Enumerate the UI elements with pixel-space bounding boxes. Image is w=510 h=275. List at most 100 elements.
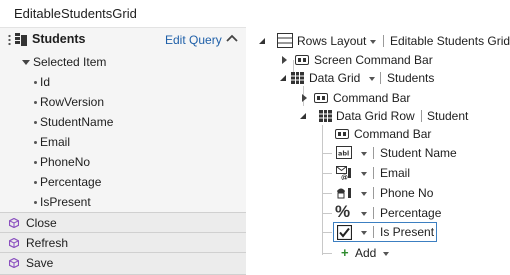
dropdown-caret-icon[interactable] <box>361 152 367 156</box>
tree-node-data-grid[interactable]: Data Grid Students <box>276 68 510 88</box>
node-name: Students <box>387 71 435 85</box>
bullet-icon <box>34 101 37 104</box>
separator <box>380 72 381 84</box>
data-panel-header: Students Edit Query <box>0 27 246 51</box>
expand-arrow-icon[interactable] <box>282 56 287 64</box>
expand-arrow-icon[interactable] <box>302 94 307 102</box>
tree-guide-line <box>322 125 323 255</box>
command-bar-icon <box>335 129 349 139</box>
dropdown-caret-icon[interactable] <box>369 77 375 81</box>
separator <box>373 147 374 159</box>
command-bar-icon <box>314 93 328 103</box>
method-item-refresh[interactable]: Refresh <box>0 232 246 252</box>
bullet-icon <box>34 141 37 144</box>
separator <box>373 207 374 219</box>
dropdown-caret-icon[interactable] <box>361 212 367 216</box>
node-name: Editable Students Grid <box>390 34 510 48</box>
dropdown-caret-icon[interactable] <box>361 172 367 176</box>
separator <box>383 35 384 47</box>
bullet-icon <box>34 181 37 184</box>
collapse-arrow-icon[interactable] <box>280 75 286 81</box>
data-grid-row-icon <box>319 110 332 122</box>
field-label: Email <box>40 135 71 149</box>
add-item-button[interactable]: + Add <box>333 243 393 263</box>
field-label: RowVersion <box>40 95 105 109</box>
tree-guide-line <box>322 153 332 154</box>
node-label: Email <box>380 166 411 180</box>
node-label: Command Bar <box>354 127 432 141</box>
bullet-icon <box>34 121 37 124</box>
method-label: Close <box>26 216 57 230</box>
tree-node-percentage[interactable]: % Percentage <box>333 202 510 223</box>
node-label: Command Bar <box>333 91 411 105</box>
drag-grip-icon[interactable] <box>8 34 11 46</box>
collection-title[interactable]: Students <box>32 32 85 46</box>
entity-collection-icon <box>15 33 27 46</box>
tree-node-rows-layout[interactable]: Rows Layout Editable Students Grid <box>256 31 510 51</box>
field-label: PhoneNo <box>40 155 91 169</box>
percent-editor-icon: % <box>335 202 351 221</box>
node-label: Percentage <box>380 206 442 220</box>
method-item-close[interactable]: Close <box>0 212 246 232</box>
tree-node-email[interactable]: @ Email <box>333 163 510 183</box>
tree-guide-line <box>322 213 332 214</box>
dropdown-caret-icon[interactable] <box>361 231 367 235</box>
tree-node-phone-no[interactable]: Phone No <box>333 183 510 203</box>
chevron-up-icon[interactable] <box>226 33 238 45</box>
node-label: Rows Layout <box>297 34 367 48</box>
bullet-icon <box>34 81 37 84</box>
tree-node-is-present[interactable]: Is Present <box>333 222 437 242</box>
method-cube-icon <box>9 258 19 268</box>
tree-node-student-name[interactable]: abl Student Name <box>333 143 510 163</box>
tree-node-grid-command-bar[interactable]: Command Bar <box>296 88 510 108</box>
svg-text:@: @ <box>341 174 348 181</box>
email-address-editor-icon: @ <box>336 166 351 181</box>
bullet-icon <box>34 161 37 164</box>
dropdown-caret-icon[interactable] <box>383 252 389 256</box>
dropdown-caret-icon[interactable] <box>370 40 376 44</box>
node-label: Data Grid Row <box>336 109 415 123</box>
tree-node-data-grid-row[interactable]: Data Grid Row Student <box>296 106 510 126</box>
edit-query-link[interactable]: Edit Query <box>165 33 222 47</box>
screen-data-panel: Students Edit Query Selected Item Id Row… <box>0 27 246 275</box>
method-label: Save <box>26 256 54 270</box>
field-label: IsPresent <box>40 195 91 209</box>
dropdown-caret-icon[interactable] <box>361 192 367 196</box>
method-item-save[interactable]: Save <box>0 252 246 275</box>
selected-item-label: Selected Item <box>33 55 107 69</box>
window-title: EditableStudentsGrid <box>14 6 137 21</box>
separator <box>421 110 422 122</box>
field-label: StudentName <box>40 115 114 129</box>
data-grid-icon <box>291 72 304 84</box>
tree-node-row-command-bar[interactable]: Command Bar <box>333 124 510 144</box>
bullet-icon <box>34 201 37 204</box>
node-label: Phone No <box>380 186 434 200</box>
field-label: Percentage <box>40 175 102 189</box>
rows-layout-icon <box>277 33 293 48</box>
tree-guide-line <box>322 173 332 174</box>
separator <box>373 226 374 238</box>
collapse-arrow-icon[interactable] <box>259 38 265 44</box>
separator <box>373 187 374 199</box>
node-label: Data Grid <box>309 71 361 85</box>
node-name: Student <box>427 109 469 123</box>
collapse-arrow-icon[interactable] <box>300 113 306 119</box>
collapse-arrow-icon[interactable] <box>22 60 30 65</box>
field-label: Id <box>40 75 51 89</box>
separator <box>373 167 374 179</box>
plus-icon: + <box>341 245 349 260</box>
textbox-icon: abl <box>336 146 352 159</box>
tree-guide-line <box>322 193 332 194</box>
node-label: Screen Command Bar <box>314 53 433 67</box>
selected-item-node[interactable]: Selected Item <box>0 52 246 72</box>
method-cube-icon <box>9 218 19 228</box>
node-label: Is Present <box>380 225 435 239</box>
tree-guide-line <box>322 253 332 254</box>
method-label: Refresh <box>26 236 69 250</box>
node-label: Student Name <box>380 146 457 160</box>
method-cube-icon <box>9 238 19 248</box>
command-bar-icon <box>295 55 309 65</box>
svg-text:abl: abl <box>338 150 349 158</box>
tree-node-screen-command-bar[interactable]: Screen Command Bar <box>276 50 510 70</box>
phone-number-editor-icon <box>337 188 351 199</box>
